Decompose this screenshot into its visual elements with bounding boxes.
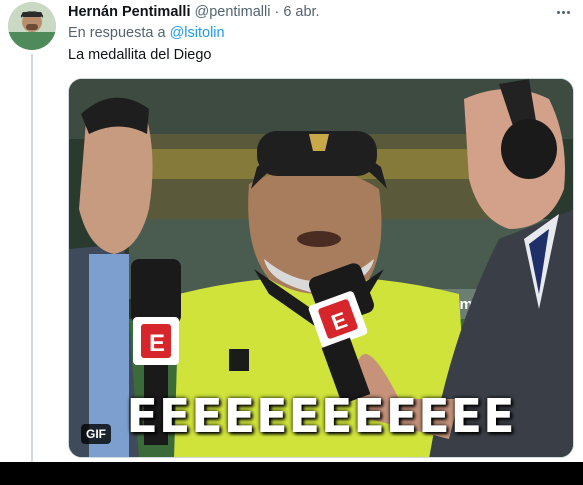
gif-badge[interactable]: GIF [81, 424, 111, 444]
thread-line [31, 54, 33, 462]
reply-mention-link[interactable]: @lsitolin [170, 25, 225, 41]
tweet-card[interactable]: Hernán Pentimalli @pentimalli · 6 abr. E… [0, 0, 583, 462]
author-name[interactable]: Hernán Pentimalli [68, 4, 190, 20]
gif-caption: EEEEEEEEEEEE [126, 389, 516, 443]
tweet-text: La medallita del Diego [68, 47, 212, 63]
avatar[interactable] [8, 2, 56, 50]
author-handle[interactable]: @pentimalli [194, 4, 270, 20]
more-horizontal-icon[interactable] [553, 4, 573, 20]
gif-media[interactable]: e.mx E E EEEEEEEEEEEE GIF [68, 78, 574, 458]
mic-logo-left: E [149, 330, 165, 357]
tweet-header: Hernán Pentimalli @pentimalli · 6 abr. [68, 2, 320, 22]
bottom-bar [0, 462, 583, 485]
reply-context: En respuesta a @lsitolin [68, 25, 225, 41]
separator-dot: · [274, 4, 280, 20]
reply-prefix: En respuesta a [68, 25, 166, 41]
tweet-timestamp[interactable]: 6 abr. [283, 4, 319, 20]
